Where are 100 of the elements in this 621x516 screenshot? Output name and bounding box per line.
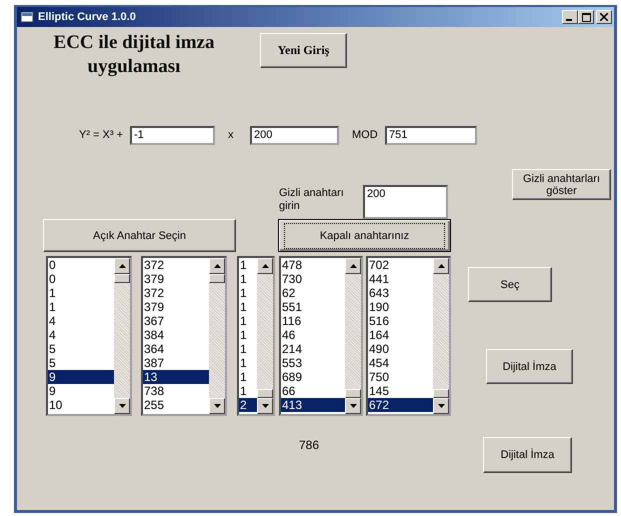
- list-item[interactable]: 672: [368, 398, 433, 412]
- list-item[interactable]: 46: [281, 328, 345, 342]
- scroll-down-button[interactable]: [433, 398, 449, 414]
- list-item[interactable]: 551: [281, 300, 345, 314]
- list-item[interactable]: 255: [143, 398, 209, 412]
- new-entry-button[interactable]: Yeni Giriş: [260, 33, 347, 68]
- scroll-down-button[interactable]: [114, 398, 130, 414]
- list-item[interactable]: 1: [239, 258, 257, 272]
- scroll-up-button[interactable]: [433, 258, 449, 274]
- list-item[interactable]: 1: [239, 342, 257, 356]
- scroll-down-button[interactable]: [257, 398, 273, 414]
- scrollbar-thumb[interactable]: [345, 389, 361, 398]
- list-box[interactable]: 702 441 643 190 516 164 490 454 750 145 672: [366, 256, 451, 416]
- list-item[interactable]: 553: [281, 356, 345, 370]
- list-item[interactable]: 372: [143, 286, 209, 300]
- list-item[interactable]: 66: [281, 384, 345, 398]
- scrollbar-thumb[interactable]: [114, 274, 130, 283]
- modulus-field[interactable]: 751: [385, 126, 477, 144]
- app-heading: ECC ile dijital imza uygulaması: [52, 31, 216, 79]
- list-item[interactable]: 387: [143, 356, 209, 370]
- list-item[interactable]: 379: [143, 272, 209, 286]
- list-item[interactable]: 1: [239, 370, 257, 384]
- list-item[interactable]: 364: [143, 342, 209, 356]
- scrollbar[interactable]: [433, 258, 449, 414]
- list-item[interactable]: 478: [281, 258, 345, 272]
- coefficient-b-field[interactable]: 200: [250, 126, 339, 144]
- list-box[interactable]: 372 379 372 379 367 384 364 387 13 738 255: [141, 256, 227, 416]
- close-button[interactable]: [596, 10, 612, 24]
- list-item[interactable]: 164: [368, 328, 433, 342]
- list-item[interactable]: 5: [48, 356, 114, 370]
- list-item[interactable]: 1: [239, 328, 257, 342]
- result-value: 786: [299, 438, 320, 452]
- list-box[interactable]: 478 730 62 551 116 46 214 553 689 66 413: [279, 256, 363, 416]
- coefficient-a-field[interactable]: -1: [130, 126, 215, 144]
- list-item[interactable]: 1: [48, 286, 114, 300]
- list-box[interactable]: 0 0 1 1 4 4 5 5 9 9 10: [46, 256, 132, 416]
- scrollbar[interactable]: [345, 258, 361, 414]
- list-item[interactable]: 190: [368, 300, 433, 314]
- list-item[interactable]: 13: [143, 370, 209, 384]
- list-item[interactable]: 750: [368, 370, 433, 384]
- down-arrow-icon: [438, 404, 444, 408]
- scroll-up-button[interactable]: [345, 258, 361, 274]
- list-item[interactable]: 516: [368, 314, 433, 328]
- list-item[interactable]: 643: [368, 286, 433, 300]
- minimize-button[interactable]: [562, 10, 578, 24]
- list-item[interactable]: 1: [239, 384, 257, 398]
- private-key-label: Gizli anahtarı girin: [279, 186, 345, 214]
- show-private-keys-button[interactable]: Gizli anahtarları göster: [512, 169, 611, 200]
- list-item[interactable]: 145: [368, 384, 433, 398]
- list-item[interactable]: 1: [239, 314, 257, 328]
- scroll-up-button[interactable]: [114, 258, 130, 274]
- list-item[interactable]: 4: [48, 328, 114, 342]
- scrollbar-thumb[interactable]: [209, 274, 225, 283]
- list-item[interactable]: 10: [48, 398, 114, 412]
- list-item[interactable]: 702: [368, 258, 433, 272]
- scrollbar[interactable]: [257, 258, 273, 414]
- scroll-down-button[interactable]: [345, 398, 361, 414]
- scroll-down-button[interactable]: [209, 398, 225, 414]
- list-item[interactable]: 1: [48, 300, 114, 314]
- list-item[interactable]: 738: [143, 384, 209, 398]
- list-item[interactable]: 1: [239, 300, 257, 314]
- scrollbar-thumb[interactable]: [257, 389, 273, 398]
- up-arrow-icon: [262, 264, 268, 268]
- list-item[interactable]: 372: [143, 258, 209, 272]
- list-item[interactable]: 454: [368, 356, 433, 370]
- list-item[interactable]: 116: [281, 314, 345, 328]
- list-item[interactable]: 367: [143, 314, 209, 328]
- list-item[interactable]: 441: [368, 272, 433, 286]
- scrollbar[interactable]: [209, 258, 225, 414]
- list-box[interactable]: 1 1 1 1 1 1 1 1 1 1 2: [237, 256, 275, 416]
- list-item[interactable]: 2: [239, 398, 257, 412]
- list-item[interactable]: 379: [143, 300, 209, 314]
- public-key-button[interactable]: Açık Anahtar Seçin: [43, 219, 236, 252]
- list-item[interactable]: 1: [239, 286, 257, 300]
- list-item[interactable]: 413: [281, 398, 345, 412]
- private-key-button[interactable]: Kapalı anahtarınız: [278, 219, 451, 252]
- scrollbar[interactable]: [114, 258, 130, 414]
- list-item[interactable]: 5: [48, 342, 114, 356]
- list-item[interactable]: 689: [281, 370, 345, 384]
- maximize-button[interactable]: [578, 10, 594, 24]
- list-item[interactable]: 0: [48, 272, 114, 286]
- list-item[interactable]: 730: [281, 272, 345, 286]
- private-key-field[interactable]: 200: [363, 185, 448, 219]
- list-item[interactable]: 9: [48, 370, 114, 384]
- select-button[interactable]: Seç: [468, 267, 552, 302]
- digital-signature-button[interactable]: Dijital İmza: [486, 349, 573, 384]
- digital-signature-button[interactable]: Dijital İmza: [483, 437, 572, 473]
- scrollbar-thumb[interactable]: [433, 389, 449, 398]
- list-item[interactable]: 4: [48, 314, 114, 328]
- down-arrow-icon: [350, 404, 356, 408]
- list-item[interactable]: 62: [281, 286, 345, 300]
- list-item[interactable]: 214: [281, 342, 345, 356]
- list-item[interactable]: 9: [48, 384, 114, 398]
- list-item[interactable]: 0: [48, 258, 114, 272]
- scroll-up-button[interactable]: [209, 258, 225, 274]
- list-item[interactable]: 490: [368, 342, 433, 356]
- list-item[interactable]: 384: [143, 328, 209, 342]
- list-item[interactable]: 1: [239, 272, 257, 286]
- list-item[interactable]: 1: [239, 356, 257, 370]
- scroll-up-button[interactable]: [257, 258, 273, 274]
